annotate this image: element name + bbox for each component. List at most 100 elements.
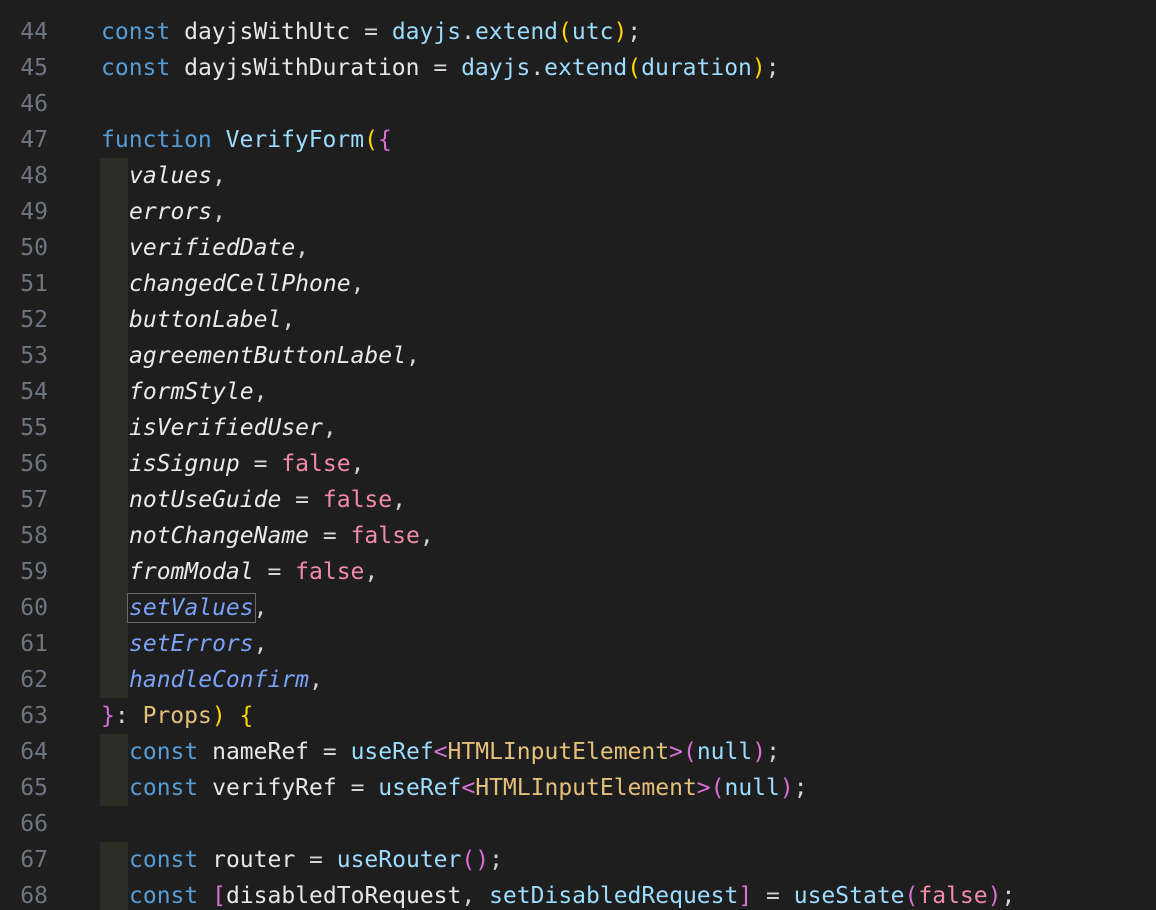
code-line[interactable]: 64 const nameRef = useRef<HTMLInputElemen… (0, 734, 1156, 770)
code-token: , (392, 487, 406, 513)
code-token: . (530, 55, 545, 81)
indent-guide (100, 770, 128, 806)
code-line[interactable]: 60 setValues, (0, 590, 1156, 626)
code-token: , (461, 883, 490, 909)
line-number: 48 (20, 163, 48, 189)
code-token: duration (641, 55, 752, 81)
code-token: ( (558, 19, 572, 45)
code-token: Props (142, 703, 212, 729)
code-token: ) (211, 703, 226, 729)
code-token: buttonLabel (129, 307, 282, 333)
code-text: function VerifyForm({ (101, 122, 392, 158)
code-line[interactable]: 63}: Props) { (0, 698, 1156, 734)
code-token: handleConfirm (129, 667, 310, 693)
code-token: , (364, 559, 379, 585)
code-line[interactable]: 58 notChangeName = false, (0, 518, 1156, 554)
code-token: useRef (364, 775, 462, 801)
code-line[interactable]: 55 isVerifiedUser, (0, 410, 1156, 446)
code-token: ] (738, 883, 753, 909)
line-number: 61 (20, 631, 48, 657)
code-token: fromModal (129, 559, 254, 585)
indent-guide (100, 554, 128, 590)
code-token: ; (766, 739, 780, 765)
code-token: ( (461, 847, 476, 873)
code-text: const [disabledToRequest, setDisabledReq… (129, 878, 1015, 910)
code-line[interactable]: 56 isSignup = false, (0, 446, 1156, 482)
code-line[interactable]: 46 (0, 86, 1156, 122)
indent-guide (100, 158, 128, 194)
code-token: [ (212, 883, 226, 909)
code-line[interactable]: 50 verifiedDate, (0, 230, 1156, 266)
code-line[interactable]: 52 buttonLabel, (0, 302, 1156, 338)
code-token: = (281, 487, 323, 513)
code-token: , (322, 415, 337, 441)
indent-guide (100, 374, 128, 410)
code-line[interactable]: 53 agreementButtonLabel, (0, 338, 1156, 374)
code-line[interactable]: 57 notUseGuide = false, (0, 482, 1156, 518)
code-line[interactable]: 68 const [disabledToRequest, setDisabledR… (0, 878, 1156, 910)
line-number: 56 (20, 451, 48, 477)
code-token: = (309, 523, 351, 549)
code-line[interactable]: 65 const verifyRef = useRef<HTMLInputElem… (0, 770, 1156, 806)
code-token: utc (571, 19, 614, 45)
code-line[interactable]: 66 (0, 806, 1156, 842)
line-number: 52 (20, 307, 48, 333)
line-number: 50 (20, 235, 48, 261)
code-text: changedCellPhone, (129, 266, 364, 302)
code-line[interactable]: 51 changedCellPhone, (0, 266, 1156, 302)
code-token: { (239, 703, 254, 729)
indent-guide (100, 446, 128, 482)
code-token: ) (987, 883, 1002, 909)
code-token: false (918, 883, 988, 909)
code-token: , (350, 271, 365, 297)
code-token: = (350, 775, 365, 801)
code-token: const (129, 739, 199, 765)
line-number: 53 (20, 343, 48, 369)
code-token: , (309, 667, 323, 693)
code-token: = (253, 559, 296, 585)
code-token: const (101, 19, 171, 45)
code-token: } (101, 703, 115, 729)
code-token: < (433, 739, 448, 765)
code-token: ( (710, 775, 725, 801)
code-token: ( (904, 883, 919, 909)
code-token: = (239, 451, 282, 477)
code-token: , (419, 523, 434, 549)
code-line[interactable]: 62 handleConfirm, (0, 662, 1156, 698)
code-line[interactable]: 49 errors, (0, 194, 1156, 230)
code-token: dayjsWithDuration (170, 55, 434, 81)
indent-guide (100, 842, 128, 878)
code-token: ) (751, 55, 766, 81)
code-token: , (295, 235, 310, 261)
code-line[interactable]: 45 const dayjsWithDuration = dayjs.extend… (0, 50, 1156, 86)
code-token: ( (627, 55, 642, 81)
code-token: agreementButtonLabel (129, 343, 406, 369)
line-number: 67 (20, 847, 48, 873)
line-number: 65 (20, 775, 48, 801)
code-text: setValues, (127, 590, 267, 626)
code-token: ) (752, 739, 767, 765)
code-text: }: Props) { (101, 698, 253, 734)
line-number: 49 (20, 199, 48, 225)
code-line[interactable]: 44 const dayjsWithUtc = dayjs.extend(utc)… (0, 14, 1156, 50)
code-line[interactable]: 48 values, (0, 158, 1156, 194)
line-number: 58 (20, 523, 48, 549)
code-token: HTMLInputElement (447, 739, 670, 765)
code-token: dayjs (377, 19, 462, 45)
code-token: null (696, 739, 753, 765)
code-line[interactable]: 59 fromModal = false, (0, 554, 1156, 590)
line-number: 46 (20, 91, 48, 117)
indent-guide (100, 230, 128, 266)
code-token: const (129, 775, 199, 801)
code-text: handleConfirm, (129, 662, 323, 698)
code-line[interactable]: 47 function VerifyForm({ (0, 122, 1156, 158)
code-line[interactable]: 61 setErrors, (0, 626, 1156, 662)
code-line[interactable]: 67 const router = useRouter(); (0, 842, 1156, 878)
code-text: const verifyRef = useRef<HTMLInputElemen… (129, 770, 808, 806)
code-line[interactable]: 54 formStyle, (0, 374, 1156, 410)
code-text: const dayjsWithDuration = dayjs.extend(d… (101, 50, 780, 86)
code-token: function (101, 127, 212, 153)
indent-guide (100, 338, 128, 374)
code-editor[interactable]: 44 const dayjsWithUtc = dayjs.extend(utc)… (0, 0, 1156, 910)
